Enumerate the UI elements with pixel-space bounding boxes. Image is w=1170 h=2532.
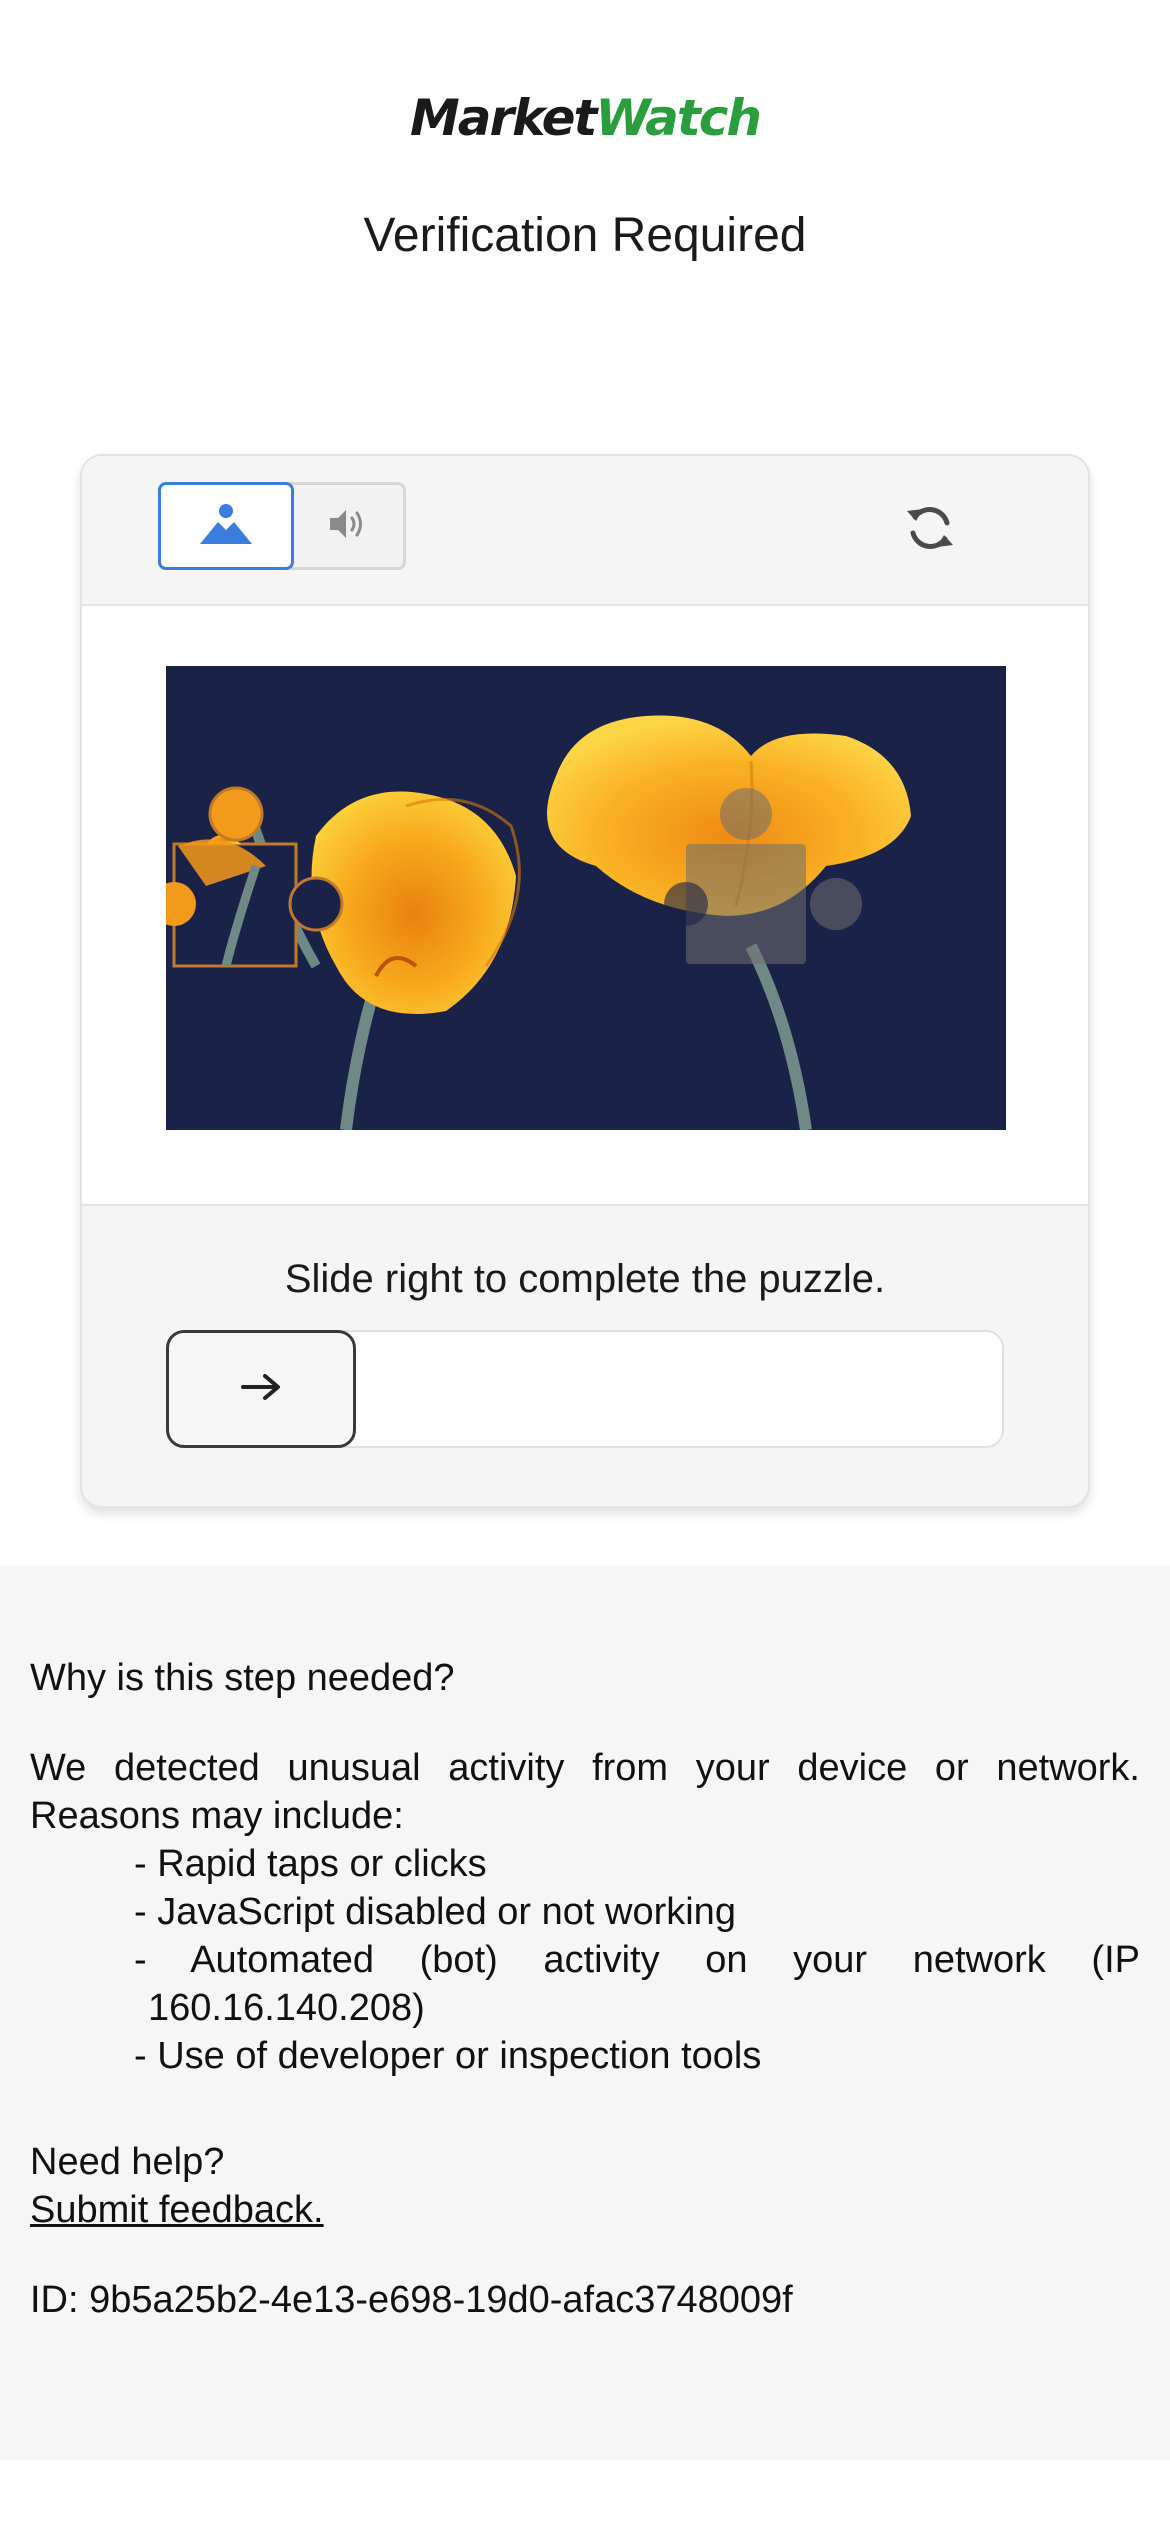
list-item: - Use of developer or inspection tools [134, 2035, 762, 2077]
help-heading: Need help? [30, 2141, 225, 2183]
list-item: - Automated (bot) activity on your netwo… [134, 1939, 1140, 2029]
logo-text-watch: Watch [595, 89, 762, 147]
page-title: Verification Required [363, 209, 807, 262]
reason-list: - Rapid taps or clicks - JavaScript disa… [30, 1840, 1140, 2080]
reasons-intro: We detected unusual activity from your d… [30, 1747, 1140, 1837]
refresh-icon [903, 501, 957, 560]
arrow-right-icon [239, 1372, 283, 1407]
image-icon [198, 502, 254, 551]
puzzle-area [82, 606, 1088, 1206]
puzzle-image [166, 666, 1006, 1130]
image-mode-button[interactable] [158, 482, 294, 570]
captcha-footer: Slide right to complete the puzzle. [82, 1206, 1088, 1506]
why-heading: Why is this step needed? [30, 1657, 455, 1699]
refresh-button[interactable] [902, 502, 958, 558]
info-section: Why is this step needed? We detected unu… [0, 1566, 1170, 2460]
audio-mode-button[interactable] [294, 482, 406, 570]
list-item: - JavaScript disabled or not working [134, 1891, 736, 1933]
list-item: - Rapid taps or clicks [134, 1843, 487, 1885]
request-id: ID: 9b5a25b2-4e13-e698-19d0-afac3748009f [30, 2279, 793, 2321]
logo-text-market: Market [409, 89, 597, 147]
captcha-card: Slide right to complete the puzzle. [80, 454, 1090, 1508]
slider-handle[interactable] [166, 1330, 356, 1448]
slider-instruction: Slide right to complete the puzzle. [284, 1257, 886, 1301]
submit-feedback-link[interactable]: Submit feedback. [30, 2189, 324, 2231]
info-content: Why is this step needed? We detected unu… [30, 1654, 1140, 2324]
marketwatch-logo: MarketWatch [0, 88, 1170, 148]
captcha-mode-toggle [158, 482, 406, 570]
captcha-toolbar [82, 456, 1088, 606]
speaker-icon [328, 507, 372, 546]
